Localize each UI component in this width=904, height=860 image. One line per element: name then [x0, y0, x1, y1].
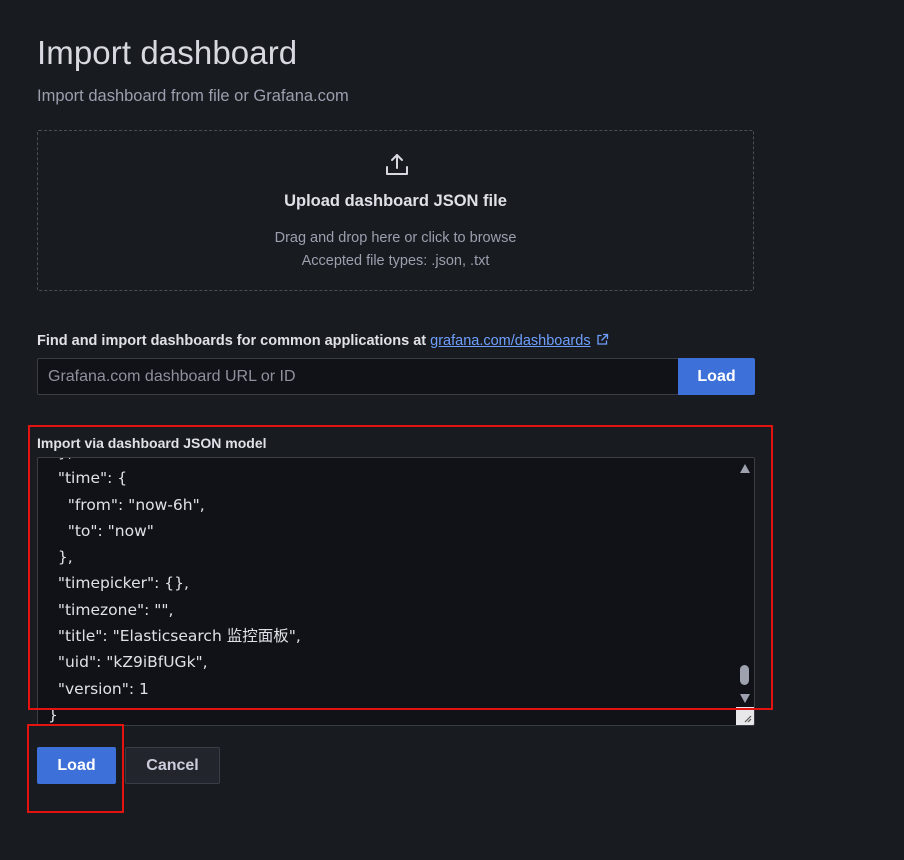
page-subtitle: Import dashboard from file or Grafana.co…: [37, 87, 349, 105]
grafana-com-label: Find and import dashboards for common ap…: [37, 333, 609, 349]
grafana-com-link-text: grafana.com/dashboards: [430, 333, 591, 349]
scroll-thumb[interactable]: [740, 665, 749, 685]
external-link-icon[interactable]: [596, 333, 609, 346]
json-line: "timepicker": {},: [48, 574, 189, 593]
json-scrollbar[interactable]: [736, 458, 754, 707]
grafana-com-label-text: Find and import dashboards for common ap…: [37, 333, 427, 349]
import-dashboard-page: Import dashboard Import dashboard from f…: [0, 0, 904, 860]
grafana-com-link[interactable]: grafana.com/dashboards: [430, 333, 590, 349]
upload-dropzone[interactable]: Upload dashboard JSON file Drag and drop…: [37, 130, 754, 291]
grafana-com-url-input[interactable]: [37, 358, 678, 395]
cancel-button[interactable]: Cancel: [125, 747, 220, 784]
page-title: Import dashboard: [37, 34, 298, 71]
json-line: "time": {: [48, 469, 128, 488]
json-line: },: [38, 458, 734, 465]
grafana-com-load-button[interactable]: Load: [678, 358, 755, 395]
upload-title: Upload dashboard JSON file: [284, 192, 507, 210]
json-line: },: [48, 548, 73, 567]
json-line: "from": "now-6h",: [48, 495, 205, 514]
json-line: "timezone": "",: [48, 600, 174, 619]
scroll-down-icon[interactable]: [740, 694, 750, 703]
upload-hint: Drag and drop here or click to browse: [274, 230, 517, 246]
json-line: "version": 1: [48, 679, 149, 698]
accepted-file-types: Accepted file types: .json, .txt: [301, 253, 490, 269]
load-button[interactable]: Load: [37, 747, 116, 784]
json-model-label: Import via dashboard JSON model: [37, 435, 267, 451]
json-line: }: [48, 705, 58, 724]
json-line: "title": "Elasticsearch 监控面板",: [48, 627, 301, 646]
json-model-textarea[interactable]: }, "time": { "from": "now-6h", "to": "no…: [37, 457, 755, 726]
json-model-content: }, "time": { "from": "now-6h", "to": "no…: [38, 458, 734, 725]
resize-handle-icon[interactable]: [736, 707, 754, 725]
json-line: "uid": "kZ9iBfUGk",: [48, 653, 208, 672]
upload-icon: [386, 154, 408, 175]
json-line: "to": "now": [48, 521, 154, 540]
scroll-up-icon[interactable]: [740, 464, 750, 473]
